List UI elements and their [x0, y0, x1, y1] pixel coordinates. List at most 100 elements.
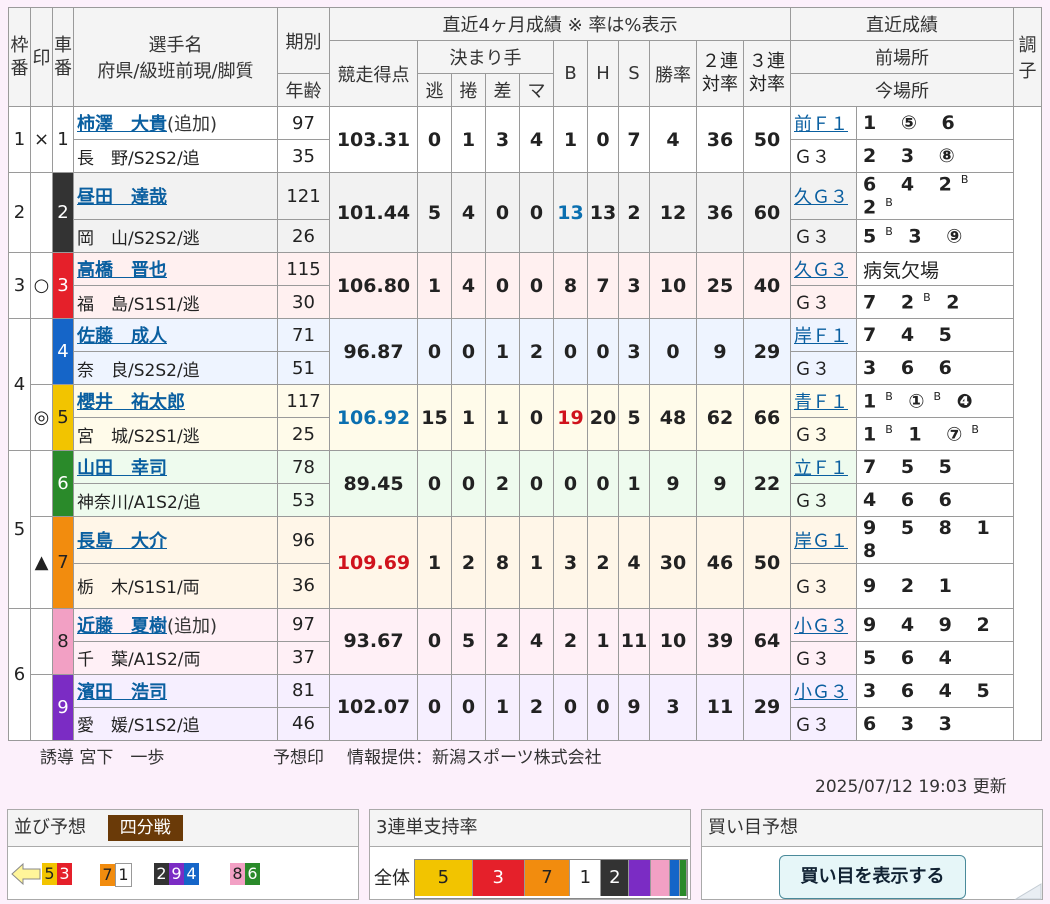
lineup-panel: 並び予想 四分戦 537129486	[7, 809, 359, 900]
current-meet-results: 4 6 6	[856, 483, 1014, 518]
col-nige-header: 逃	[417, 73, 452, 107]
rider-name-link[interactable]: 櫻井 祐太郎	[77, 392, 185, 413]
prediction-mark: ◎	[30, 384, 53, 452]
waku-number: 4	[8, 318, 31, 452]
rider-name-cell: 櫻井 祐太郎	[73, 384, 278, 419]
rider-name-cell: 濱田 浩司	[73, 673, 278, 708]
rider-ma: 2	[519, 318, 554, 386]
prev-meet-link[interactable]: 久Ｇ３	[790, 252, 857, 287]
rider-age: 25	[277, 417, 330, 452]
prev-meet-link[interactable]: 岸Ｆ１	[790, 318, 857, 353]
prev-meet-link[interactable]: 小Ｇ３	[790, 673, 857, 708]
rider-age: 36	[277, 562, 330, 609]
rider-score: 102.07	[329, 673, 418, 741]
rider-info: 奈 良/S2S2/追	[73, 351, 278, 386]
rider-name-link[interactable]: 高橋 晋也	[77, 260, 167, 281]
rider-name-cell: 近藤 夏樹(追加)	[73, 607, 278, 642]
lineup-car-chip: 9	[169, 863, 184, 885]
rider-h: 0	[587, 106, 619, 173]
rider-s: 3	[618, 252, 650, 320]
rider-term: 97	[277, 106, 330, 140]
car-number: 3	[52, 252, 74, 320]
col-name-header: 選手名 府県/級班前現/脚質	[73, 7, 278, 107]
rider-ren2: 36	[696, 106, 744, 173]
rider-s: 3	[618, 318, 650, 386]
prev-meet-link[interactable]: 小Ｇ３	[790, 607, 857, 642]
support-segment	[651, 860, 671, 896]
rider-info: 神奈川/A1S2/追	[73, 483, 278, 518]
rider-makuri: 1	[451, 106, 486, 173]
race-table: 枠番 印 車番 選手名 府県/級班前現/脚質 期別 直近4ヶ月成績 ※ 率は%表示…	[8, 7, 1042, 741]
rider-term: 121	[277, 171, 330, 221]
rider-name-link[interactable]: 長島 大介	[77, 531, 167, 552]
prev-meet-link[interactable]: 岸Ｇ１	[790, 516, 857, 564]
current-meet-label: Ｇ３	[790, 417, 857, 452]
rider-name-link[interactable]: 柿澤 大貴	[77, 114, 167, 135]
prev-meet-link[interactable]: 立Ｆ１	[790, 450, 857, 485]
prediction-mark	[30, 318, 53, 386]
prev-meet-link[interactable]: 久Ｇ３	[790, 171, 857, 221]
car-number: 1	[52, 106, 74, 173]
prediction-mark	[30, 450, 53, 518]
rider-tag: (追加)	[167, 615, 218, 637]
arrow-left-icon	[11, 862, 41, 886]
support-bar: 53712	[414, 859, 688, 899]
resize-grip-icon[interactable]	[1012, 880, 1042, 900]
rider-ren3: 50	[743, 516, 791, 609]
rider-makuri: 1	[451, 384, 486, 452]
prev-meet-results: 9 4 9 2	[856, 607, 1014, 642]
rider-age: 30	[277, 285, 330, 320]
rider-name-link[interactable]: 山田 幸司	[77, 458, 167, 479]
waku-number: 1	[8, 106, 31, 173]
rider-h: 0	[587, 318, 619, 386]
rider-age: 46	[277, 706, 330, 741]
rider-info: 栃 木/S1S1/両	[73, 562, 278, 609]
prediction-mark: ×	[30, 106, 53, 173]
waku-number: 3	[8, 252, 31, 320]
car-number: 6	[52, 450, 74, 518]
rider-name-link[interactable]: 近藤 夏樹	[77, 616, 167, 637]
col-ren2-header: ２連 対率	[696, 40, 744, 107]
lineup-car-chip: 8	[230, 863, 245, 885]
car-number: 2	[52, 171, 74, 254]
rider-ren2: 25	[696, 252, 744, 320]
rider-ren2: 9	[696, 318, 744, 386]
lineup-car-chip: 4	[184, 863, 199, 885]
rider-ren2: 36	[696, 171, 744, 254]
rider-makuri: 4	[451, 171, 486, 254]
rider-age: 51	[277, 351, 330, 386]
rider-name-link[interactable]: 昼田 達哉	[77, 187, 167, 208]
prev-meet-link[interactable]: 青Ｆ１	[790, 384, 857, 419]
rider-row: 5 6 山田 幸司 78 89.45 0 0 2 0 0 0 1 9 9 22 立Ｆ１ 7 5 5	[8, 450, 1042, 609]
rider-name-link[interactable]: 濱田 浩司	[77, 682, 167, 703]
rider-sashi: 0	[485, 252, 520, 320]
rider-name-link[interactable]: 佐藤 成人	[77, 326, 167, 347]
rider-h: 7	[587, 252, 619, 320]
col-mark-header: 印	[30, 7, 53, 107]
rider-score: 96.87	[329, 318, 418, 386]
current-meet-label: Ｇ３	[790, 483, 857, 518]
rider-row: 1 × 1 柿澤 大貴(追加) 97 103.31 0 1 3 4 1 0 7 4 36 50 前Ｆ１ 1 ⑤ 6	[8, 106, 1042, 741]
rider-makuri: 0	[451, 673, 486, 741]
lineup-group: 294	[154, 863, 199, 885]
rider-makuri: 0	[451, 450, 486, 518]
current-meet-label: Ｇ３	[790, 706, 857, 741]
col-age-header: 年齢	[277, 73, 330, 107]
rider-age: 53	[277, 483, 330, 518]
show-bets-button[interactable]: 買い目を表示する	[779, 855, 966, 899]
col-car-header: 車番	[52, 7, 74, 107]
rider-info: 千 葉/A1S2/両	[73, 640, 278, 675]
rider-makuri: 0	[451, 318, 486, 386]
col-s-header: S	[618, 40, 650, 107]
prediction-mark	[30, 607, 53, 675]
rider-s: 7	[618, 106, 650, 173]
rider-ma: 2	[519, 673, 554, 741]
prev-meet-link[interactable]: 前Ｆ１	[790, 106, 857, 140]
lineup-badge: 四分戦	[107, 815, 183, 841]
forecast-mark-label: 予想印	[273, 748, 324, 768]
rider-term: 81	[277, 673, 330, 708]
rider-row: 9 濱田 浩司 81 102.07 0 0 1 2 0 0 9 3 11 29 小Ｇ３ 3 6 4 5	[9, 673, 1042, 741]
current-meet-results: 2 3 ⑧	[856, 139, 1014, 173]
rider-ren2: 46	[696, 516, 744, 609]
rider-ren3: 22	[743, 450, 791, 518]
